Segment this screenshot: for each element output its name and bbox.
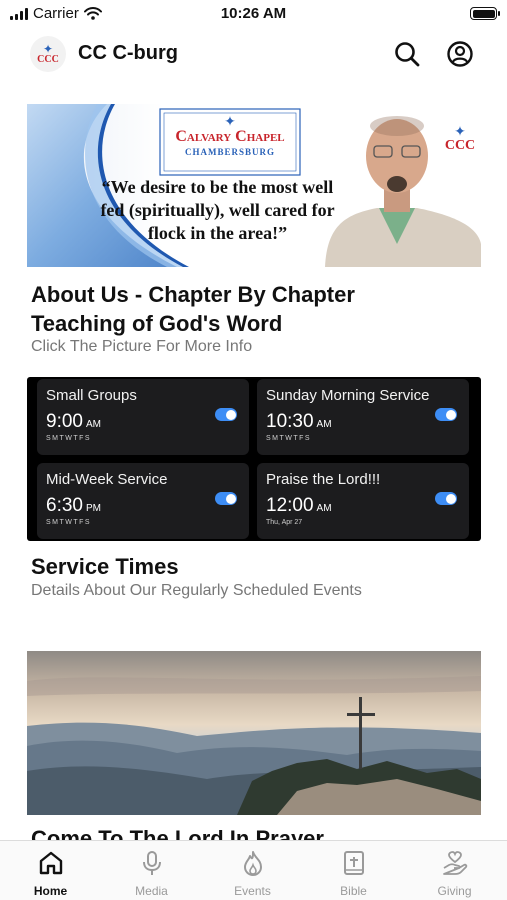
status-bar: Carrier 10:26 AM [0, 0, 507, 28]
prayer-image[interactable] [27, 651, 481, 815]
tab-events[interactable]: Events [202, 841, 303, 900]
service-days: SMTWTFS [46, 519, 92, 526]
tab-bar: Home Media Events Bible Giving [0, 840, 507, 900]
service-date: Thu, Apr 27 [266, 519, 303, 526]
home-icon [39, 851, 63, 875]
service-name: Sunday Morning Service [266, 387, 430, 404]
search-icon[interactable] [393, 40, 421, 68]
service-card[interactable]: Praise the Lord!!! 12:00 AM Thu, Apr 27 [257, 463, 469, 539]
tab-label: Events [234, 884, 271, 898]
about-title[interactable]: About Us - Chapter By Chapter Teaching o… [31, 280, 355, 338]
service-card[interactable]: Small Groups 9:00 AM SMTWTFS [37, 379, 249, 455]
service-card[interactable]: Sunday Morning Service 10:30 AM SMTWTFS [257, 379, 469, 455]
microphone-icon [143, 851, 161, 875]
tab-label: Home [33, 884, 68, 898]
about-title-line2: Teaching of God's Word [31, 311, 283, 336]
giving-hand-icon [443, 851, 468, 875]
tab-label: Bible [340, 884, 367, 898]
service-card[interactable]: Mid-Week Service 6:30 PM SMTWTFS [37, 463, 249, 539]
service-times-subtitle: Details About Our Regularly Scheduled Ev… [31, 582, 362, 599]
service-name: Praise the Lord!!! [266, 471, 381, 488]
banner-quote: “We desire to be the most well fed (spir… [75, 176, 360, 245]
church-name-logo: ✦ Calvary Chapel CHAMBERSBURG [160, 114, 300, 158]
badge-text: CCC [444, 138, 476, 153]
church-name-line2: CHAMBERSBURG [184, 147, 275, 157]
flame-icon [244, 851, 262, 876]
tab-home[interactable]: Home [0, 841, 101, 900]
service-toggle[interactable] [215, 492, 237, 505]
tab-giving[interactable]: Giving [404, 841, 505, 900]
service-times-image[interactable]: Small Groups 9:00 AM SMTWTFS Sunday Morni… [27, 377, 481, 541]
app-logo[interactable]: ✦ CCC [30, 36, 66, 72]
account-icon[interactable] [446, 40, 474, 68]
tab-label: Media [135, 884, 168, 898]
service-name: Mid-Week Service [46, 471, 168, 488]
service-time: 12:00 AM [266, 495, 332, 516]
bible-icon [344, 851, 364, 875]
battery-icon [470, 7, 500, 20]
status-time: 10:26 AM [220, 5, 287, 22]
dove-icon: ✦ [224, 113, 236, 129]
dove-icon: ✦ [454, 123, 466, 139]
service-times-title[interactable]: Service Times [31, 552, 179, 581]
quote-line-1: “We desire to be the most well [101, 177, 334, 197]
service-name: Small Groups [46, 387, 137, 404]
prayer-title[interactable]: Come To The Lord In Prayer [31, 824, 324, 840]
tab-bible[interactable]: Bible [303, 841, 404, 900]
ccc-badge: ✦ CCC [442, 124, 478, 154]
service-time: 9:00 AM [46, 411, 101, 432]
church-name-line1: Calvary Chapel [175, 128, 285, 145]
quote-line-3: flock in the area!” [147, 223, 288, 243]
service-time: 10:30 AM [266, 411, 332, 432]
tab-media[interactable]: Media [101, 841, 202, 900]
service-toggle[interactable] [435, 408, 457, 421]
service-time: 6:30 PM [46, 495, 101, 516]
about-banner-image[interactable]: ✦ Calvary Chapel CHAMBERSBURG “We desire… [27, 104, 481, 267]
tab-label: Giving [437, 884, 472, 898]
service-days: SMTWTFS [266, 435, 312, 442]
service-toggle[interactable] [215, 408, 237, 421]
about-subtitle: Click The Picture For More Info [31, 338, 253, 355]
app-header: ✦ CCC CC C-burg [0, 30, 507, 80]
app-title: CC C-burg [78, 42, 178, 64]
logo-text: CCC [37, 54, 59, 65]
about-title-line1: About Us - Chapter By Chapter [31, 282, 355, 307]
quote-line-2: fed (spiritually), well cared for [100, 200, 335, 220]
service-toggle[interactable] [435, 492, 457, 505]
service-days: SMTWTFS [46, 435, 92, 442]
mountain-cross-photo [27, 651, 481, 815]
